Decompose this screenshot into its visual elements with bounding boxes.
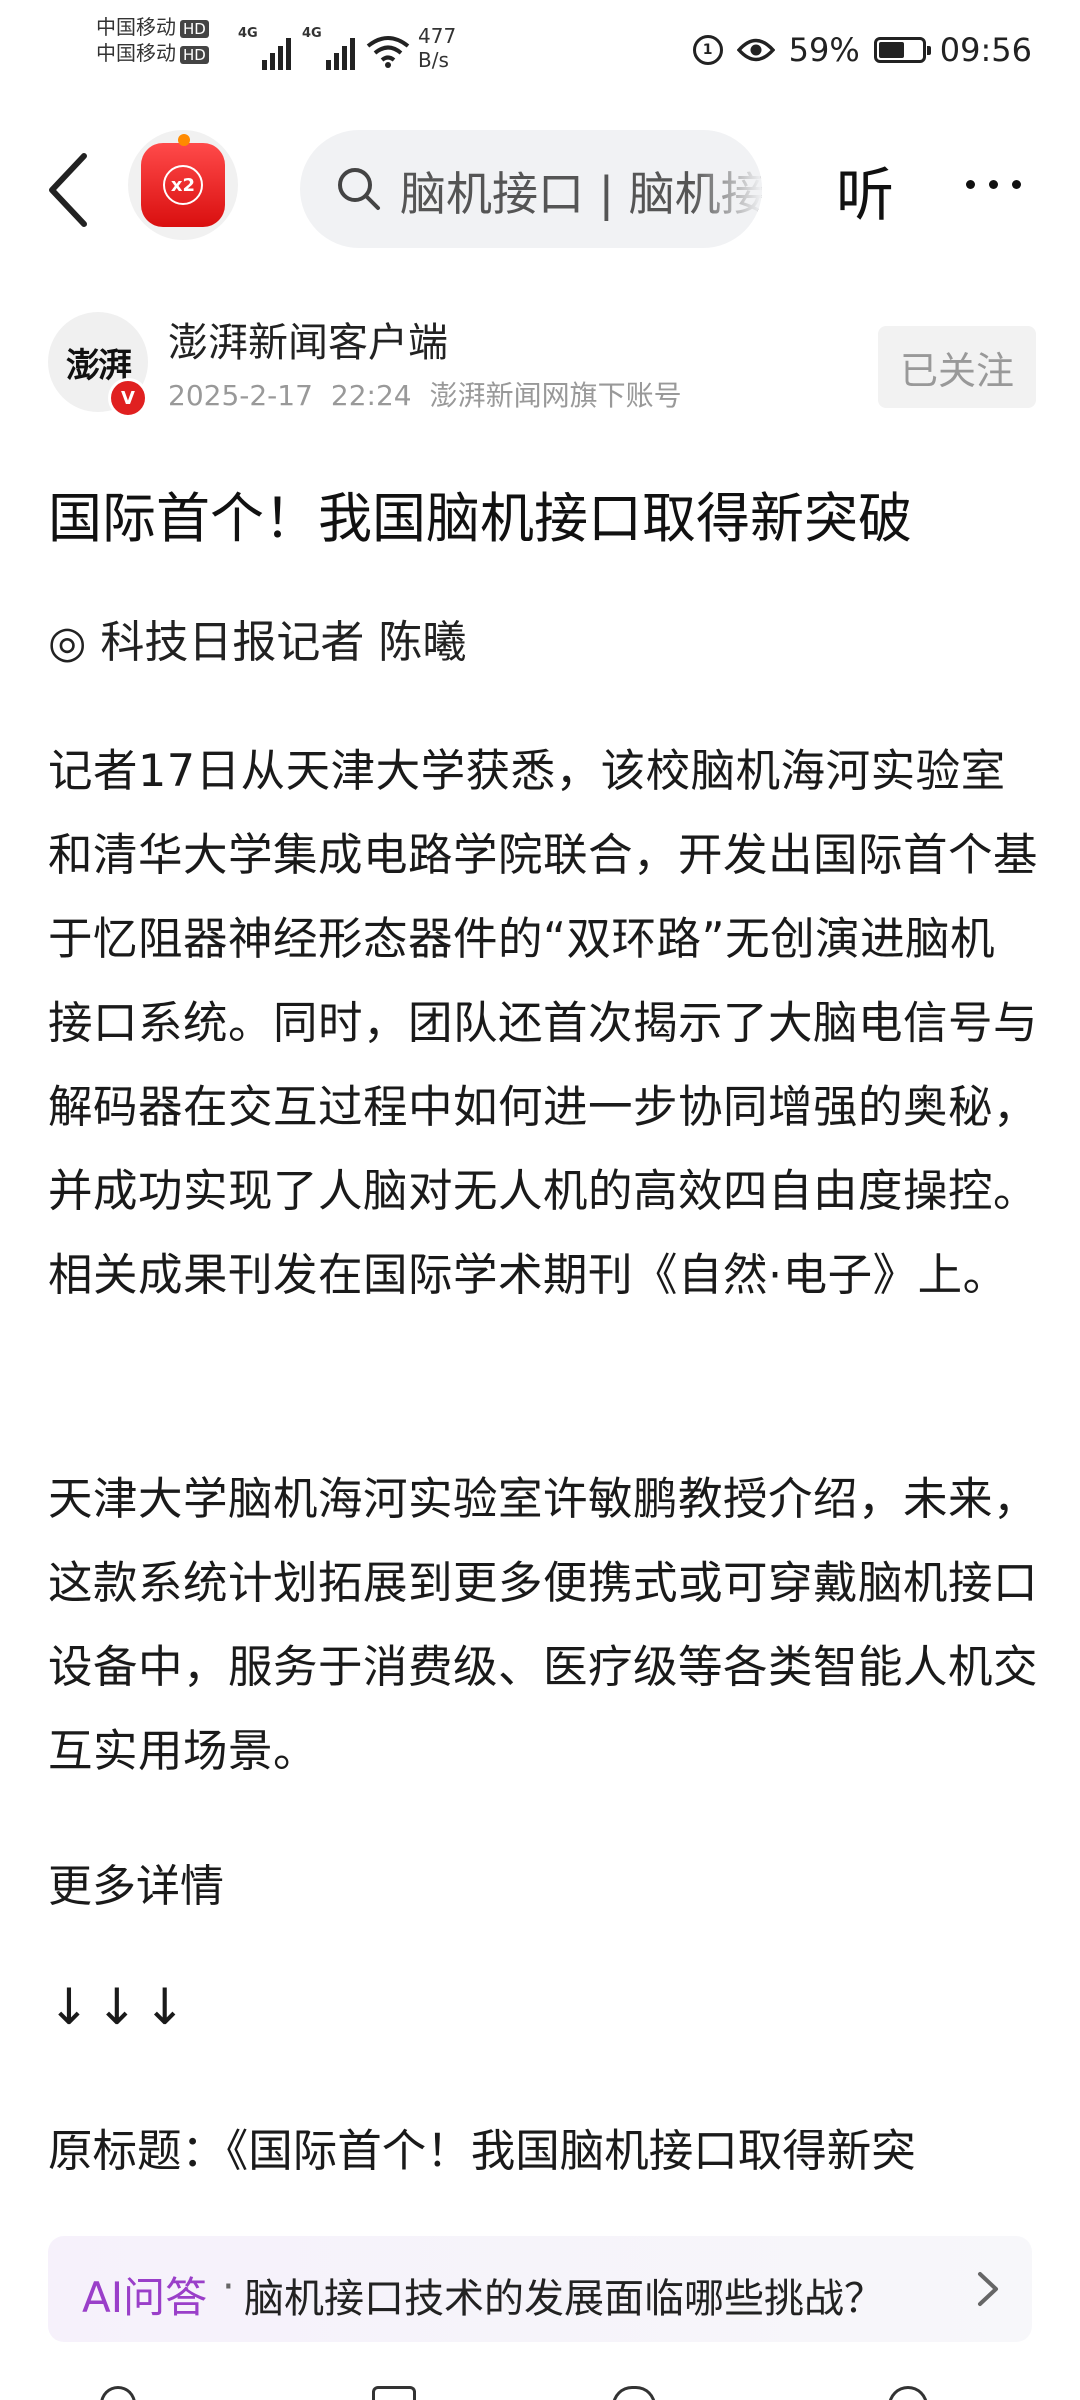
eye-icon — [736, 38, 775, 62]
carrier-2: 中国移动 HD — [96, 40, 209, 66]
more-details-text: 更多详情 — [48, 1861, 224, 1912]
publisher-meta: 2025-2-17 22:24 澎湃新闻网旗下账号 — [168, 374, 682, 414]
like-icon[interactable] — [612, 2386, 656, 2400]
article-paragraph: 天津大学脑机海河实验室许敏鹏教授介绍，未来，这款系统计划拓展到更多便携式或可穿戴… — [48, 1474, 1039, 1777]
battery-percent: 59% — [788, 31, 860, 69]
search-icon — [338, 168, 380, 210]
follow-button[interactable]: 已关注 — [878, 326, 1036, 408]
share-icon[interactable] — [372, 2386, 416, 2400]
publisher-name[interactable]: 澎湃新闻客户端 — [168, 310, 448, 368]
notification-dot — [178, 134, 190, 146]
more-dots-icon[interactable] — [966, 180, 1021, 189]
content-fade — [0, 2190, 1080, 2230]
favorite-icon[interactable] — [888, 2386, 928, 2400]
network-type-2: 4G — [302, 26, 322, 41]
reward-badge-label: x2 — [163, 165, 203, 205]
network-type-1: 4G — [238, 26, 258, 41]
verified-badge-icon: V — [108, 378, 148, 418]
comment-icon[interactable] — [100, 2386, 136, 2400]
chevron-left-icon[interactable] — [40, 150, 100, 230]
data-saver-icon: 1 — [692, 35, 723, 65]
account-description: 澎湃新闻网旗下账号 — [429, 379, 682, 412]
article-byline: ◎ 科技日报记者 陈曦 — [48, 617, 467, 668]
clock: 09:56 — [939, 31, 1032, 69]
ai-suggested-question: 脑机接口技术的发展面临哪些挑战？ — [244, 2276, 884, 2322]
ai-qa-label: AI问答 — [82, 2273, 208, 2322]
speed-unit: B/s — [418, 48, 449, 72]
hd-badge: HD — [180, 45, 209, 64]
wifi-icon — [366, 36, 410, 68]
down-arrows: ↓↓↓ — [48, 1978, 192, 2036]
signal-icon: 4G — [302, 26, 358, 70]
reward-badge-icon: x2 — [141, 143, 225, 227]
article-paragraph: 记者17日从天津大学获悉，该校脑机海河实验室和清华大学集成电路学院联合，开发出国… — [48, 746, 1039, 1301]
chevron-right-icon — [978, 2272, 998, 2306]
publish-time: 22:24 — [330, 379, 412, 412]
signal-icon: 4G — [238, 26, 294, 70]
original-title: 原标题：《国际首个！我国脑机接口取得新突 — [48, 2126, 916, 2177]
carrier-1: 中国移动 HD — [96, 14, 209, 40]
ai-qa-bar[interactable]: AI问答 · 脑机接口技术的发展面临哪些挑战？ — [48, 2236, 1032, 2342]
ai-separator: · — [222, 2264, 235, 2310]
carrier-1-label: 中国移动 — [96, 15, 176, 39]
carrier-2-label: 中国移动 — [96, 41, 176, 65]
reward-avatar[interactable]: x2 — [128, 130, 238, 240]
speed-value: 477 — [418, 24, 457, 48]
publish-date: 2025-2-17 — [168, 379, 313, 412]
listen-button[interactable]: 听 — [836, 148, 894, 232]
search-fade — [692, 130, 762, 248]
battery-icon — [873, 37, 931, 63]
search-box[interactable]: 脑机接口 | 脑机接 — [300, 130, 762, 248]
status-bar: 中国移动 HD 中国移动 HD 4G 4G 477 B/s 1 59% 09:56 — [0, 0, 1080, 110]
hd-badge: HD — [180, 19, 209, 38]
status-right: 1 59% 09:56 — [692, 30, 1032, 70]
bottom-toolbar — [0, 2370, 1080, 2400]
article-title: 国际首个！我国脑机接口取得新突破 — [48, 487, 912, 550]
network-speed: 477 B/s — [418, 24, 456, 72]
